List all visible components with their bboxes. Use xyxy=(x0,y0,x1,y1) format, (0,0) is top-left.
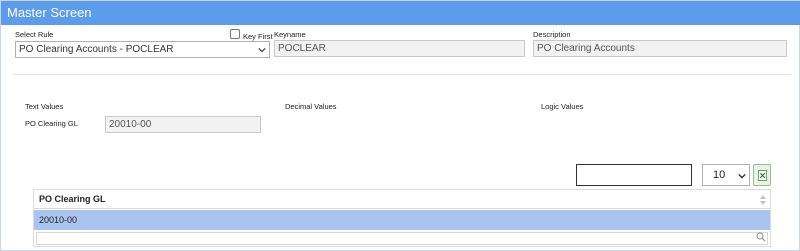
key-first-checkbox[interactable] xyxy=(230,29,240,39)
export-excel-button[interactable] xyxy=(753,164,771,186)
description-field[interactable]: PO Clearing Accounts xyxy=(533,40,787,57)
master-screen-window: Master Screen Select Rule PO Clearing Ac… xyxy=(0,0,800,251)
grid-filter-row xyxy=(34,231,770,246)
po-clearing-gl-field[interactable]: 20010-00 xyxy=(105,116,261,133)
logic-values-label: Logic Values xyxy=(541,102,584,111)
description-label: Description xyxy=(533,30,571,39)
text-values-label: Text Values xyxy=(25,102,64,111)
section-divider xyxy=(13,74,791,75)
window-title: Master Screen xyxy=(1,1,800,25)
select-rule-value: PO Clearing Accounts - POCLEAR xyxy=(19,44,174,55)
sort-icon[interactable] xyxy=(760,195,766,205)
po-clearing-gl-label: PO Clearing GL xyxy=(25,119,78,128)
select-rule-dropdown[interactable]: PO Clearing Accounts - POCLEAR xyxy=(15,41,270,58)
chevron-down-icon xyxy=(258,48,266,53)
search-icon xyxy=(756,232,766,242)
decimal-values-label: Decimal Values xyxy=(285,102,337,111)
table-cell: 20010-00 xyxy=(39,215,78,225)
table-row[interactable]: 20010-00 xyxy=(34,210,770,230)
keyname-field[interactable]: POCLEAR xyxy=(274,40,525,57)
chevron-down-icon xyxy=(738,173,746,179)
page-size-select[interactable]: 10 xyxy=(702,164,750,186)
keyname-label: Keyname xyxy=(274,30,306,39)
page-size-value: 10 xyxy=(713,169,726,181)
column-header-po-clearing-gl[interactable]: PO Clearing GL xyxy=(39,194,106,204)
table-search-input[interactable] xyxy=(576,164,692,186)
grid-header[interactable]: PO Clearing GL xyxy=(34,190,770,209)
column-filter-input[interactable] xyxy=(36,232,768,245)
excel-icon xyxy=(758,170,767,181)
key-first-label: Key First xyxy=(243,32,273,41)
select-rule-label: Select Rule xyxy=(15,30,54,39)
data-grid: PO Clearing GL 20010-00 xyxy=(33,189,771,247)
